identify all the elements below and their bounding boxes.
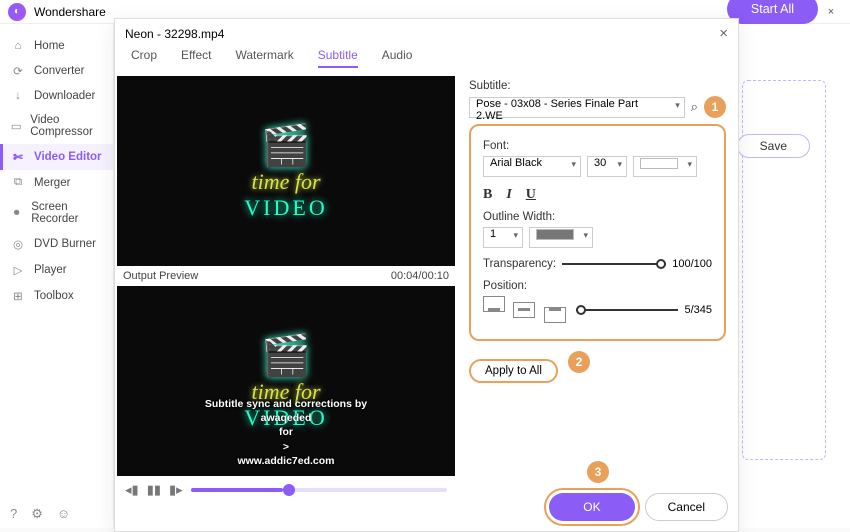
- ok-button[interactable]: OK: [549, 493, 634, 521]
- clapper-icon: 🎬: [244, 332, 327, 379]
- position-top-button[interactable]: [544, 307, 566, 323]
- settings-icon[interactable]: ⚙: [31, 506, 43, 522]
- position-label: Position:: [483, 280, 712, 292]
- sidebar: ⌂ Home ⟳ Converter ↓ Downloader ▭ Video Comp…: [0, 24, 114, 528]
- outline-width-select[interactable]: 1: [483, 227, 523, 248]
- position-value: 5/345: [684, 304, 712, 316]
- tab-crop[interactable]: Crop: [131, 48, 157, 68]
- font-label: Font:: [483, 140, 712, 152]
- sidebar-item-label: Screen Recorder: [31, 201, 103, 225]
- converter-icon: ⟳: [10, 64, 26, 78]
- user-icon[interactable]: ☺: [57, 506, 70, 522]
- subtitle-dialog: Neon - 32298.mp4 × Crop Effect Watermark…: [114, 18, 739, 532]
- sidebar-item-label: Converter: [34, 65, 85, 77]
- font-color-select[interactable]: [633, 156, 697, 177]
- sidebar-item-dvd[interactable]: ◎ DVD Burner: [0, 231, 113, 257]
- apply-to-all-button[interactable]: Apply to All: [469, 359, 558, 383]
- sidebar-item-label: Merger: [34, 177, 70, 189]
- italic-button[interactable]: I: [506, 187, 511, 203]
- tab-subtitle[interactable]: Subtitle: [318, 48, 358, 68]
- start-all-button[interactable]: Start All: [727, 0, 818, 24]
- sidebar-item-video-editor[interactable]: ✄ Video Editor: [0, 144, 113, 170]
- scissors-icon: ✄: [10, 150, 26, 164]
- underline-button[interactable]: U: [526, 187, 536, 203]
- neon-text-1: time for: [244, 169, 327, 195]
- seek-slider[interactable]: [191, 488, 447, 492]
- sidebar-item-label: Toolbox: [34, 290, 74, 302]
- position-presets: [483, 296, 570, 323]
- bold-button[interactable]: B: [483, 187, 492, 203]
- font-size-select[interactable]: 30: [587, 156, 627, 177]
- subtitle-overlay: Subtitle sync and corrections by awaqede…: [117, 397, 455, 468]
- disc-icon: ◎: [10, 237, 26, 251]
- annotation-marker-3: 3: [587, 461, 609, 483]
- dialog-tabs: Crop Effect Watermark Subtitle Audio: [115, 48, 738, 76]
- next-frame-button[interactable]: ▮▸: [169, 482, 183, 498]
- transparency-slider[interactable]: [562, 263, 666, 265]
- outline-label: Outline Width:: [483, 211, 712, 223]
- pause-button[interactable]: ▮▮: [147, 482, 161, 498]
- output-preview: 🎬 time for VIDEO Subtitle sync and corre…: [117, 286, 455, 476]
- grid-icon: ⊞: [10, 289, 26, 303]
- outline-color-select[interactable]: [529, 227, 593, 248]
- output-preview-label: Output Preview: [123, 270, 198, 282]
- merge-icon: ⧉: [10, 176, 26, 189]
- dialog-close-button[interactable]: ×: [719, 25, 728, 42]
- download-icon: ↓: [10, 90, 26, 102]
- sidebar-item-compressor[interactable]: ▭ Video Compressor: [0, 108, 113, 144]
- home-icon: ⌂: [10, 40, 26, 52]
- sidebar-item-label: DVD Burner: [34, 238, 96, 250]
- save-button[interactable]: Save: [737, 134, 810, 158]
- tab-effect[interactable]: Effect: [181, 48, 211, 68]
- cancel-button[interactable]: Cancel: [645, 493, 728, 521]
- font-family-select[interactable]: Arial Black: [483, 156, 581, 177]
- app-logo-icon: ◐: [8, 3, 26, 21]
- clapper-icon: 🎬: [244, 122, 327, 169]
- search-subtitle-icon[interactable]: ⌕: [691, 99, 698, 115]
- app-title: Wondershare: [34, 5, 106, 19]
- tab-watermark[interactable]: Watermark: [235, 48, 293, 68]
- sidebar-item-label: Video Compressor: [30, 114, 103, 138]
- record-icon: ⏺: [10, 207, 23, 220]
- close-button[interactable]: ×: [820, 3, 842, 21]
- tab-audio[interactable]: Audio: [382, 48, 413, 68]
- font-settings-box: Font: Arial Black 30 B I U Outline Width…: [469, 124, 726, 341]
- help-icon[interactable]: ?: [10, 506, 17, 522]
- sidebar-item-converter[interactable]: ⟳ Converter: [0, 58, 113, 84]
- sidebar-item-merger[interactable]: ⧉ Merger: [0, 170, 113, 195]
- annotation-marker-2: 2: [568, 351, 590, 373]
- subtitle-label: Subtitle:: [469, 80, 726, 92]
- sidebar-item-label: Downloader: [34, 90, 95, 102]
- dialog-title: Neon - 32298.mp4: [125, 27, 224, 41]
- source-preview: 🎬 time for VIDEO: [117, 76, 455, 266]
- sidebar-item-home[interactable]: ⌂ Home: [0, 34, 113, 58]
- main: Save Start All Neon - 32298.mp4 × Crop E…: [114, 24, 850, 528]
- position-middle-button[interactable]: [513, 302, 535, 318]
- playback-controls: ◂▮ ▮▮ ▮▸: [117, 476, 455, 504]
- sidebar-item-player[interactable]: ▷ Player: [0, 257, 113, 283]
- sidebar-item-label: Player: [34, 264, 67, 276]
- annotation-marker-1: 1: [704, 96, 726, 118]
- sidebar-item-label: Home: [34, 40, 65, 52]
- timecode: 00:04/00:10: [391, 270, 449, 282]
- sidebar-item-downloader[interactable]: ↓ Downloader: [0, 84, 113, 108]
- sidebar-item-label: Video Editor: [34, 151, 102, 163]
- sidebar-item-toolbox[interactable]: ⊞ Toolbox: [0, 283, 113, 309]
- position-slider[interactable]: [576, 309, 679, 311]
- play-icon: ▷: [10, 263, 26, 277]
- compress-icon: ▭: [10, 119, 22, 133]
- sidebar-item-recorder[interactable]: ⏺ Screen Recorder: [0, 195, 113, 231]
- sidebar-bottom: ? ⚙ ☺: [10, 506, 70, 522]
- position-bottom-button[interactable]: [483, 296, 505, 312]
- prev-frame-button[interactable]: ◂▮: [125, 482, 139, 498]
- neon-text-2: VIDEO: [244, 195, 327, 221]
- transparency-value: 100/100: [672, 258, 712, 270]
- transparency-label: Transparency:: [483, 258, 556, 270]
- subtitle-select[interactable]: Pose - 03x08 - Series Finale Part 2.WE: [469, 97, 685, 118]
